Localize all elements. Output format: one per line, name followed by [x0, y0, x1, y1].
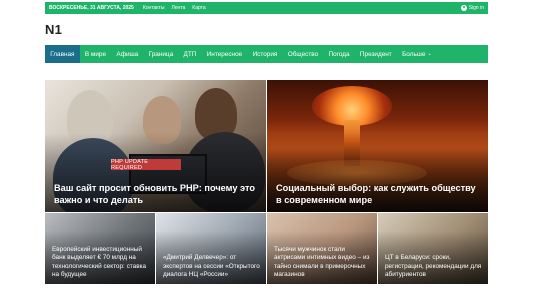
nav-item-border[interactable]: Граница: [143, 45, 178, 63]
article-card[interactable]: Европейский инвестиционный банк выделяет…: [45, 213, 155, 284]
toplink-feed[interactable]: Лента: [171, 5, 185, 11]
nav-item-more[interactable]: Больше ⌄: [397, 45, 437, 63]
hero-right-title[interactable]: Социальный выбор: как служить обществу в…: [276, 182, 480, 206]
top-bar: ВОСКРЕСЕНЬЕ, 31 АВГУСТА, 2025 Контакты Л…: [45, 2, 488, 14]
nav-more-label: Больше: [402, 50, 426, 58]
article-card-title[interactable]: Европейский инвестиционный банк выделяет…: [52, 246, 150, 279]
article-card[interactable]: «Дмитрий Делвечер»: от экспертов на сесс…: [156, 213, 266, 284]
toplink-contacts[interactable]: Контакты: [143, 5, 165, 11]
article-card[interactable]: ЦТ в Беларуси: сроки, регистрация, реком…: [378, 213, 488, 284]
hero-article-left[interactable]: Ваш сайт просит обновить PHP: почему это…: [45, 80, 266, 212]
nav-item-world[interactable]: В мире: [80, 45, 112, 63]
nav-item-home[interactable]: Главная: [45, 45, 80, 63]
nav-item-afisha[interactable]: Афиша: [111, 45, 143, 63]
chevron-down-icon: ⌄: [427, 51, 432, 57]
php-update-badge: PHP UPDATE REQUIRED: [111, 159, 181, 171]
article-card-title[interactable]: ЦТ в Беларуси: сроки, регистрация, реком…: [385, 254, 483, 279]
signin-link[interactable]: Sign in: [460, 5, 484, 11]
nav-item-interesting[interactable]: Интересное: [202, 45, 248, 63]
nav-item-history[interactable]: История: [247, 45, 282, 63]
main-nav: Главная В мире Афиша Граница ДТП Интерес…: [45, 45, 488, 63]
hero-left-title[interactable]: Ваш сайт просит обновить PHP: почему это…: [54, 182, 258, 206]
nav-item-president[interactable]: Президент: [355, 45, 397, 63]
nav-item-society[interactable]: Общество: [283, 45, 324, 63]
hero-article-right[interactable]: Социальный выбор: как служить обществу в…: [267, 80, 488, 212]
article-card-title[interactable]: «Дмитрий Делвечер»: от экспертов на сесс…: [163, 254, 261, 279]
nav-item-weather[interactable]: Погода: [323, 45, 354, 63]
user-icon: [460, 5, 467, 11]
current-date: ВОСКРЕСЕНЬЕ, 31 АВГУСТА, 2025: [49, 5, 134, 11]
article-card-title[interactable]: Тысячи мужчинок стали актрисами интимных…: [274, 246, 372, 279]
nav-item-dtp[interactable]: ДТП: [178, 45, 201, 63]
toplink-map[interactable]: Карта: [192, 5, 205, 11]
signin-label: Sign in: [468, 5, 484, 11]
article-card[interactable]: Тысячи мужчинок стали актрисами интимных…: [267, 213, 377, 284]
site-logo[interactable]: N1: [45, 22, 488, 37]
